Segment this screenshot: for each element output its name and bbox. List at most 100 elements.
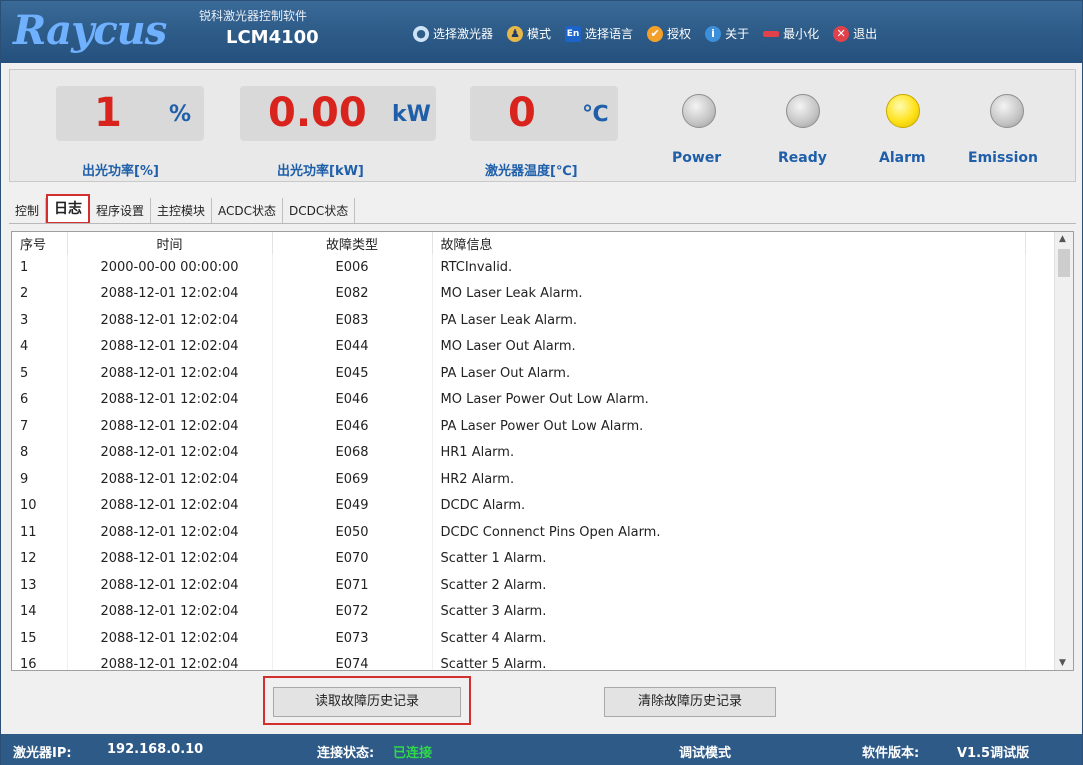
table-row[interactable]: 10 2088-12-01 12:02:04 E049 DCDC Alarm.: [12, 492, 1026, 519]
row-fault-message: MO Laser Out Alarm.: [432, 333, 1026, 360]
menu-language[interactable]: En 选择语言: [565, 25, 633, 42]
table-row[interactable]: 4 2088-12-01 12:02:04 E044 MO Laser Out Ala…: [12, 333, 1026, 360]
tab-main-module[interactable]: 主控模块: [151, 198, 213, 224]
menu-label: 选择语言: [585, 27, 634, 41]
ip-value: 192.168.0.10: [107, 742, 204, 757]
row-fault-message: Scatter 1 Alarm.: [432, 545, 1026, 572]
row-fault-code: E045: [272, 360, 433, 387]
row-fault-message: Scatter 5 Alarm.: [432, 651, 1026, 670]
table-header: 序号 时间 故障类型 故障信息: [12, 232, 1026, 254]
column-fault-type[interactable]: 故障类型: [272, 232, 433, 254]
laser-icon: ●: [413, 25, 429, 42]
emission-indicator-label: Emission: [968, 150, 1038, 166]
row-fault-code: E073: [272, 625, 433, 652]
tab-program-settings[interactable]: 程序设置: [90, 198, 152, 224]
row-fault-code: E050: [272, 519, 433, 546]
clear-fault-history-button[interactable]: 清除故障历史记录: [604, 687, 776, 717]
row-fault-message: Scatter 2 Alarm.: [432, 572, 1026, 599]
row-fault-message: DCDC Alarm.: [432, 492, 1026, 519]
table-row[interactable]: 12 2088-12-01 12:02:04 E070 Scatter 1 Alarm…: [12, 545, 1026, 572]
power-percent-unit: %: [169, 102, 192, 127]
row-fault-code: E071: [272, 572, 433, 599]
table-row[interactable]: 11 2088-12-01 12:02:04 E050 DCDC Connenct P…: [12, 519, 1026, 546]
tab-log[interactable]: 日志: [46, 194, 91, 224]
row-fault-message: RTCInvalid.: [432, 254, 1026, 281]
menu-authorize[interactable]: ✔ 授权: [647, 25, 691, 42]
menu-select-laser[interactable]: ● 选择激光器: [413, 25, 493, 42]
table-row[interactable]: 15 2088-12-01 12:02:04 E073 Scatter 4 Alarm…: [12, 625, 1026, 652]
row-fault-message: PA Laser Out Alarm.: [432, 360, 1026, 387]
row-index: 4: [12, 333, 68, 360]
read-fault-history-button[interactable]: 读取故障历史记录: [273, 687, 461, 717]
status-bar: 激光器IP: 192.168.0.10 连接状态: 已连接 调试模式 软件版本:…: [1, 734, 1082, 765]
tab-dcdc-status[interactable]: DCDC状态: [283, 198, 356, 224]
table-row[interactable]: 16 2088-12-01 12:02:04 E074 Scatter 5 Alarm…: [12, 651, 1026, 670]
table-row[interactable]: 9 2088-12-01 12:02:04 E069 HR2 Alarm.: [12, 466, 1026, 493]
row-fault-code: E046: [272, 386, 433, 413]
tab-acdc-status[interactable]: ACDC状态: [212, 198, 284, 224]
scroll-down-icon[interactable]: ▼: [1059, 658, 1066, 668]
status-panel: 1 % 出光功率[%] 0.00 kW 出光功率[kW] 0 ℃ 激光器温度[℃…: [9, 69, 1076, 182]
row-index: 7: [12, 413, 68, 440]
power-percent-label: 出光功率[%]: [82, 164, 159, 179]
column-fault-message[interactable]: 故障信息: [432, 232, 1026, 254]
scroll-thumb[interactable]: [1058, 249, 1070, 277]
row-index: 15: [12, 625, 68, 652]
app-model: LCM4100: [226, 27, 319, 48]
row-index: 16: [12, 651, 68, 670]
column-index[interactable]: 序号: [12, 232, 68, 254]
connection-status: 已连接: [393, 746, 433, 761]
table-row[interactable]: 6 2088-12-01 12:02:04 E046 MO Laser Power O…: [12, 386, 1026, 413]
row-index: 9: [12, 466, 68, 493]
fault-log-table[interactable]: 序号 时间 故障类型 故障信息 1 2000-00-00 00:00:00 E006…: [11, 231, 1074, 671]
alarm-indicator: [886, 94, 920, 128]
row-index: 10: [12, 492, 68, 519]
menu-label: 退出: [853, 27, 878, 41]
row-time: 2088-12-01 12:02:04: [67, 625, 273, 652]
temperature-unit: ℃: [582, 102, 609, 127]
table-row[interactable]: 8 2088-12-01 12:02:04 E068 HR1 Alarm.: [12, 439, 1026, 466]
row-index: 8: [12, 439, 68, 466]
vertical-scrollbar[interactable]: ▲ ▼: [1054, 232, 1073, 670]
top-menu: ● 选择激光器 ♟ 模式 En 选择语言 ✔ 授权 i 关于 最小化 ✕ 退出: [413, 25, 891, 42]
table-row[interactable]: 3 2088-12-01 12:02:04 E083 PA Laser Leak Al…: [12, 307, 1026, 334]
table-row[interactable]: 5 2088-12-01 12:02:04 E045 PA Laser Out Ala…: [12, 360, 1026, 387]
menu-about[interactable]: i 关于: [705, 25, 749, 42]
row-index: 11: [12, 519, 68, 546]
row-time: 2088-12-01 12:02:04: [67, 439, 273, 466]
ready-indicator: [786, 94, 820, 128]
menu-exit[interactable]: ✕ 退出: [833, 25, 877, 42]
column-time[interactable]: 时间: [67, 232, 273, 254]
brand-logo: Raycus: [13, 7, 167, 54]
menu-label: 模式: [527, 27, 552, 41]
table-row[interactable]: 14 2088-12-01 12:02:04 E072 Scatter 3 Alarm…: [12, 598, 1026, 625]
table-row[interactable]: 7 2088-12-01 12:02:04 E046 PA Laser Power O…: [12, 413, 1026, 440]
alarm-indicator-label: Alarm: [879, 150, 926, 166]
power-percent-value: 1: [94, 90, 122, 136]
table-row[interactable]: 2 2088-12-01 12:02:04 E082 MO Laser Leak Al…: [12, 280, 1026, 307]
row-fault-message: Scatter 4 Alarm.: [432, 625, 1026, 652]
row-time: 2088-12-01 12:02:04: [67, 333, 273, 360]
row-index: 14: [12, 598, 68, 625]
row-time: 2088-12-01 12:02:04: [67, 386, 273, 413]
row-fault-code: E068: [272, 439, 433, 466]
info-icon: i: [705, 25, 722, 42]
tab-divider: [9, 223, 1076, 224]
menu-minimize[interactable]: 最小化: [763, 25, 819, 42]
row-time: 2088-12-01 12:02:04: [67, 651, 273, 670]
row-time: 2088-12-01 12:02:04: [67, 519, 273, 546]
row-fault-code: E083: [272, 307, 433, 334]
table-row[interactable]: 1 2000-00-00 00:00:00 E006 RTCInvalid.: [12, 254, 1026, 281]
row-fault-message: Scatter 3 Alarm.: [432, 598, 1026, 625]
table-row[interactable]: 13 2088-12-01 12:02:04 E071 Scatter 2 Alarm…: [12, 572, 1026, 599]
row-time: 2088-12-01 12:02:04: [67, 598, 273, 625]
scroll-up-icon[interactable]: ▲: [1059, 234, 1066, 244]
power-kw-value: 0.00: [268, 90, 367, 136]
row-time: 2088-12-01 12:02:04: [67, 280, 273, 307]
power-kw-readout: 0.00 kW: [240, 86, 436, 141]
row-time: 2088-12-01 12:02:04: [67, 413, 273, 440]
menu-mode[interactable]: ♟ 模式: [507, 25, 551, 42]
power-percent-readout: 1 %: [56, 86, 204, 141]
row-fault-code: E044: [272, 333, 433, 360]
tab-control[interactable]: 控制: [9, 198, 47, 224]
